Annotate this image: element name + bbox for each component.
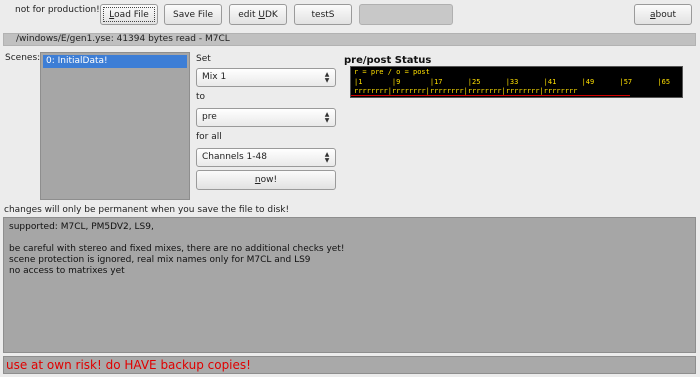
- pre-post-status-display: r = pre / o = post |1 |9 |17 |25 |33 |41…: [350, 66, 683, 98]
- status-underline: [351, 95, 630, 96]
- test-button[interactable]: testS: [294, 4, 352, 25]
- mix-select-value: Mix 1: [202, 72, 227, 82]
- test-label: testS: [311, 9, 335, 20]
- info-text-area[interactable]: supported: M7CL, PM5DV2, LS9, be careful…: [3, 217, 696, 353]
- production-note: not for production!: [15, 5, 100, 15]
- for-all-label: for all: [196, 132, 222, 142]
- info-line: [9, 233, 695, 244]
- file-path-bar: /windows/E/gen1.yse: 41394 bytes read - …: [3, 33, 696, 46]
- status-channel-ticks: |1 |9 |17 |25 |33 |41 |49 |57 |65: [354, 78, 671, 86]
- edit-udk-prefix: edit: [238, 9, 259, 20]
- info-line: scene protection is ignored, real mix na…: [9, 255, 311, 265]
- about-label: bout: [655, 9, 676, 20]
- load-file-button[interactable]: Load File: [100, 4, 158, 25]
- save-notice: changes will only be permanent when you …: [4, 205, 290, 215]
- pre-post-select[interactable]: pre ▲ ▼: [196, 108, 336, 127]
- scenes-label: Scenes:: [5, 53, 41, 63]
- pre-post-select-value: pre: [202, 112, 217, 122]
- edit-udk-rest: DK: [264, 9, 278, 20]
- now-button[interactable]: n ow!: [196, 170, 336, 190]
- to-label: to: [196, 92, 206, 102]
- updown-arrows-icon: ▲ ▼: [324, 110, 330, 124]
- now-label: ow!: [260, 175, 278, 185]
- scene-item[interactable]: 0: InitialData!: [43, 55, 187, 68]
- info-line: supported: M7CL, PM5DV2, LS9,: [9, 222, 154, 232]
- updown-arrows-icon: ▲ ▼: [324, 150, 330, 164]
- save-file-button[interactable]: Save File: [164, 4, 222, 25]
- channels-select[interactable]: Channels 1-48 ▲ ▼: [196, 148, 336, 167]
- status-channel-states: rrrrrrrr|rrrrrrrr|rrrrrrrr|rrrrrrrr|rrrr…: [354, 87, 578, 95]
- updown-arrows-icon: ▲ ▼: [324, 70, 330, 84]
- set-label: Set: [196, 54, 211, 64]
- about-button[interactable]: a bout: [634, 4, 692, 25]
- disabled-button: [359, 4, 453, 25]
- info-line: be careful with stereo and fixed mixes, …: [9, 244, 345, 254]
- scene-list[interactable]: 0: InitialData!: [40, 52, 190, 200]
- info-line: no access to matrixes yet: [9, 266, 125, 276]
- risk-warning: use at own risk! do HAVE backup copies!: [3, 356, 696, 374]
- status-title: pre/post Status: [344, 55, 432, 66]
- edit-udk-button[interactable]: edit U DK: [229, 4, 287, 25]
- save-file-label: Save File: [172, 9, 213, 20]
- channels-select-value: Channels 1-48: [202, 152, 267, 162]
- load-file-label: oad File: [114, 9, 149, 20]
- status-legend: r = pre / o = post: [354, 68, 430, 76]
- edit-udk-mnemonic: U: [258, 9, 265, 20]
- mix-select[interactable]: Mix 1 ▲ ▼: [196, 68, 336, 87]
